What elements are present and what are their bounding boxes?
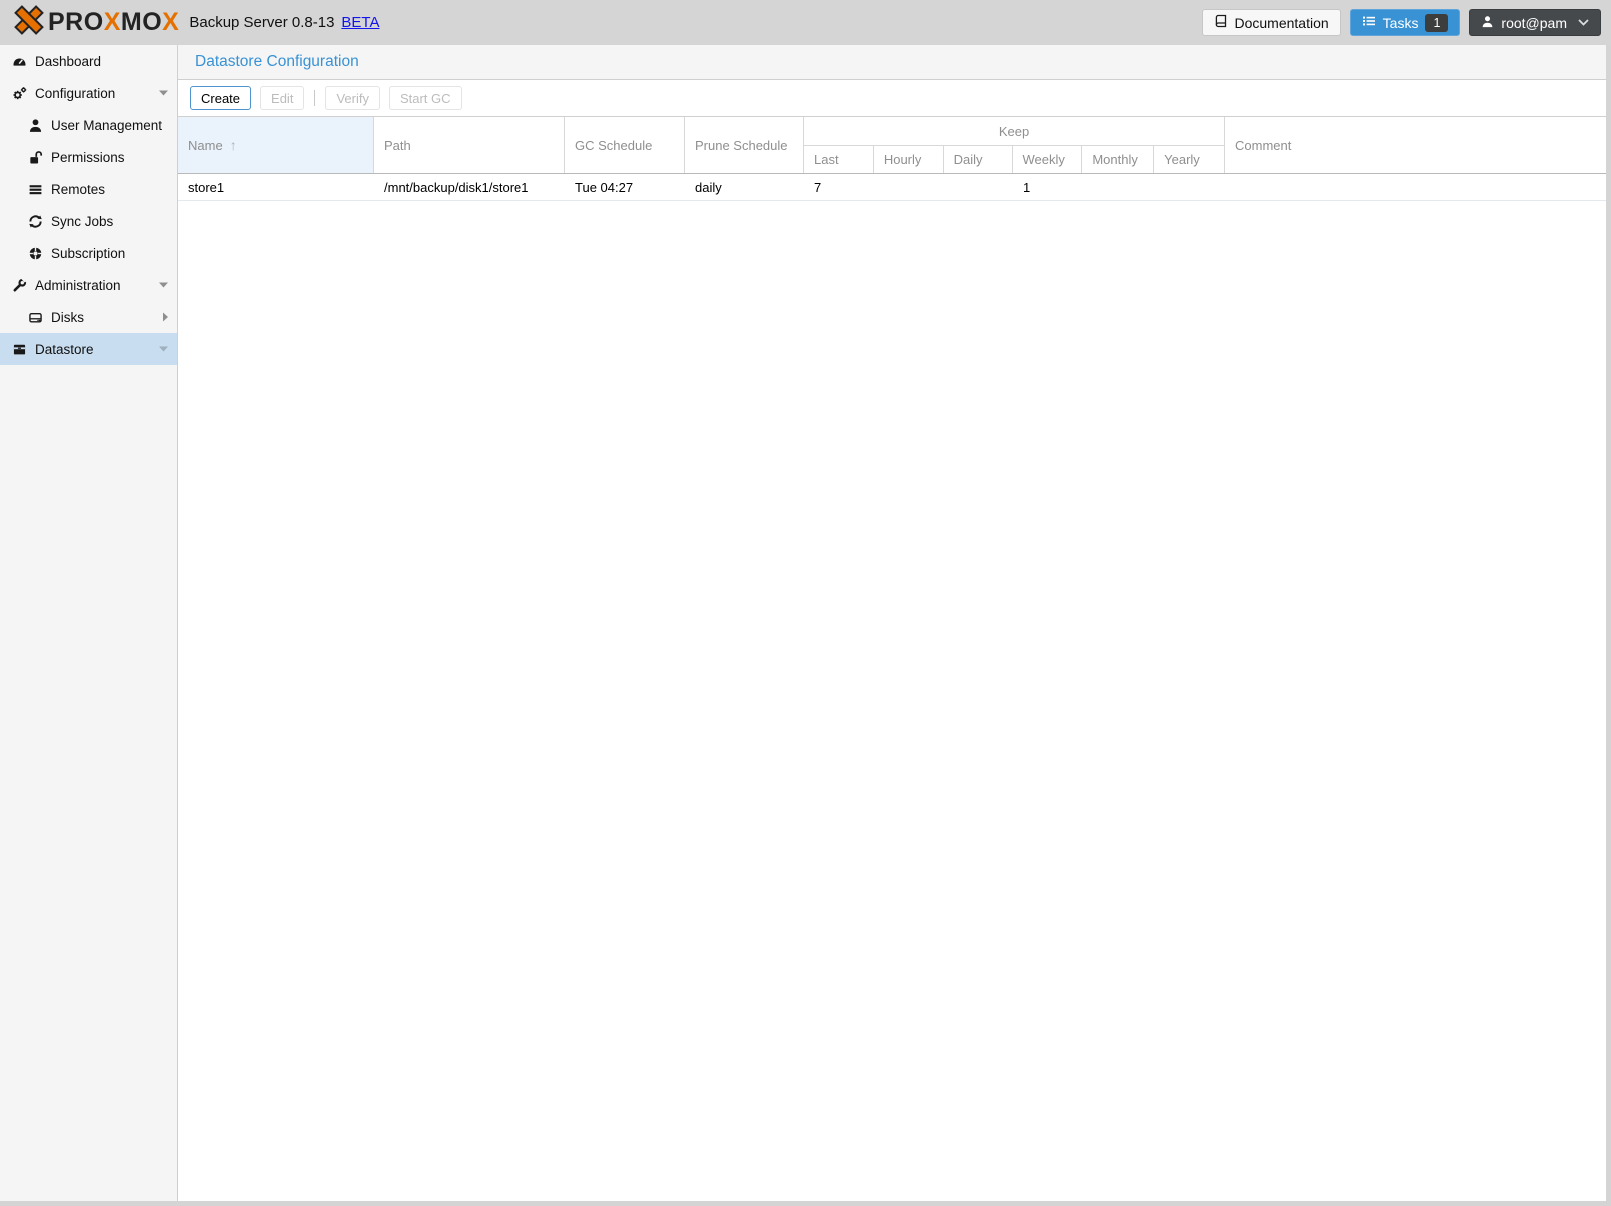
archive-box-icon — [12, 342, 27, 357]
chevron-right-icon — [163, 313, 168, 322]
column-header-keep-last[interactable]: Last — [804, 146, 874, 173]
proxmox-wordmark: PROXMOX — [48, 10, 179, 35]
user-icon — [1481, 15, 1494, 31]
sidebar-item-subscription[interactable]: Subscription — [0, 237, 177, 269]
cell-path: /mnt/backup/disk1/store1 — [374, 180, 565, 195]
column-header-comment[interactable]: Comment — [1225, 117, 1606, 173]
sidebar-item-configuration[interactable]: Configuration — [0, 77, 177, 109]
create-button[interactable]: Create — [190, 86, 251, 110]
gears-icon — [12, 86, 27, 101]
right-edge-gutter — [1606, 45, 1611, 1201]
column-header-keep-monthly[interactable]: Monthly — [1082, 146, 1154, 173]
column-header-keep-yearly[interactable]: Yearly — [1154, 146, 1224, 173]
column-header-name[interactable]: Name ↑ — [178, 117, 374, 173]
product-name: Backup Server 0.8-13 — [189, 14, 334, 31]
column-header-keep-weekly[interactable]: Weekly — [1013, 146, 1083, 173]
cell-keep-weekly: 1 — [1013, 180, 1083, 195]
sidebar: Dashboard — [0, 45, 178, 1201]
chevron-down-icon — [159, 347, 168, 352]
column-header-prune-schedule[interactable]: Prune Schedule — [685, 117, 804, 173]
column-header-keep-daily[interactable]: Daily — [944, 146, 1013, 173]
chevron-down-icon — [159, 91, 168, 96]
keep-subcolumns: Last Hourly Daily Weekly Monthly Yearly — [804, 146, 1224, 173]
column-header-path[interactable]: Path — [374, 117, 565, 173]
book-icon — [1214, 14, 1228, 31]
verify-button[interactable]: Verify — [325, 86, 380, 110]
wrench-icon — [12, 278, 27, 293]
user-menu-button[interactable]: root@pam — [1469, 9, 1601, 36]
column-group-keep: Keep Last Hourly Daily Weekly Monthly Ye… — [804, 117, 1225, 173]
body: Dashboard — [0, 45, 1611, 1201]
sort-ascending-icon: ↑ — [230, 137, 237, 153]
beta-link[interactable]: BETA — [341, 14, 379, 31]
sidebar-item-remotes[interactable]: Remotes — [0, 173, 177, 205]
user-icon — [28, 118, 43, 133]
proxmox-x-mark-icon — [12, 5, 46, 40]
table-row-store1[interactable]: store1 /mnt/backup/disk1/store1 Tue 04:2… — [178, 174, 1606, 201]
tasks-count-badge: 1 — [1425, 14, 1448, 32]
column-header-keep: Keep — [804, 117, 1224, 146]
dashboard-icon — [12, 54, 27, 69]
task-list-icon — [1362, 14, 1376, 31]
bottom-edge-strip — [0, 1201, 1611, 1206]
top-header: PROXMOX Backup Server 0.8-13 BETA Docume… — [0, 0, 1611, 45]
support-lifering-icon — [28, 246, 43, 261]
toolbar: Create Edit Verify Start GC — [178, 80, 1606, 117]
list-bars-icon — [28, 182, 43, 197]
datastore-grid: Name ↑ Path GC Schedule Prune Schedule K… — [178, 117, 1606, 201]
sidebar-item-dashboard[interactable]: Dashboard — [0, 45, 177, 77]
app-root: PROXMOX Backup Server 0.8-13 BETA Docume… — [0, 0, 1611, 1206]
hard-disk-icon — [28, 310, 43, 325]
chevron-down-icon — [1578, 19, 1589, 26]
sidebar-item-permissions[interactable]: Permissions — [0, 141, 177, 173]
column-header-keep-hourly[interactable]: Hourly — [874, 146, 944, 173]
main-panel: Datastore Configuration Create Edit Veri… — [178, 45, 1606, 1201]
documentation-button[interactable]: Documentation — [1202, 9, 1341, 36]
cell-prune-schedule: daily — [685, 180, 804, 195]
cell-gc-schedule: Tue 04:27 — [565, 180, 685, 195]
grid-header: Name ↑ Path GC Schedule Prune Schedule K… — [178, 117, 1606, 174]
title-bar: Datastore Configuration — [178, 45, 1606, 80]
sidebar-item-sync-jobs[interactable]: Sync Jobs — [0, 205, 177, 237]
edit-button[interactable]: Edit — [260, 86, 304, 110]
column-header-gc-schedule[interactable]: GC Schedule — [565, 117, 685, 173]
sync-refresh-icon — [28, 214, 43, 229]
header-actions: Documentation Tasks 1 — [1202, 9, 1602, 36]
sidebar-item-disks[interactable]: Disks — [0, 301, 177, 333]
start-gc-button[interactable]: Start GC — [389, 86, 462, 110]
page-title: Datastore Configuration — [195, 53, 359, 71]
sidebar-item-administration[interactable]: Administration — [0, 269, 177, 301]
sidebar-item-datastore[interactable]: Datastore — [0, 333, 177, 365]
proxmox-logo: PROXMOX — [12, 5, 179, 40]
unlock-icon — [28, 150, 43, 165]
tasks-button[interactable]: Tasks 1 — [1350, 9, 1461, 36]
toolbar-separator — [314, 90, 315, 106]
cell-name: store1 — [178, 180, 374, 195]
cell-keep-last: 7 — [804, 180, 874, 195]
chevron-down-icon — [159, 283, 168, 288]
sidebar-item-user-management[interactable]: User Management — [0, 109, 177, 141]
